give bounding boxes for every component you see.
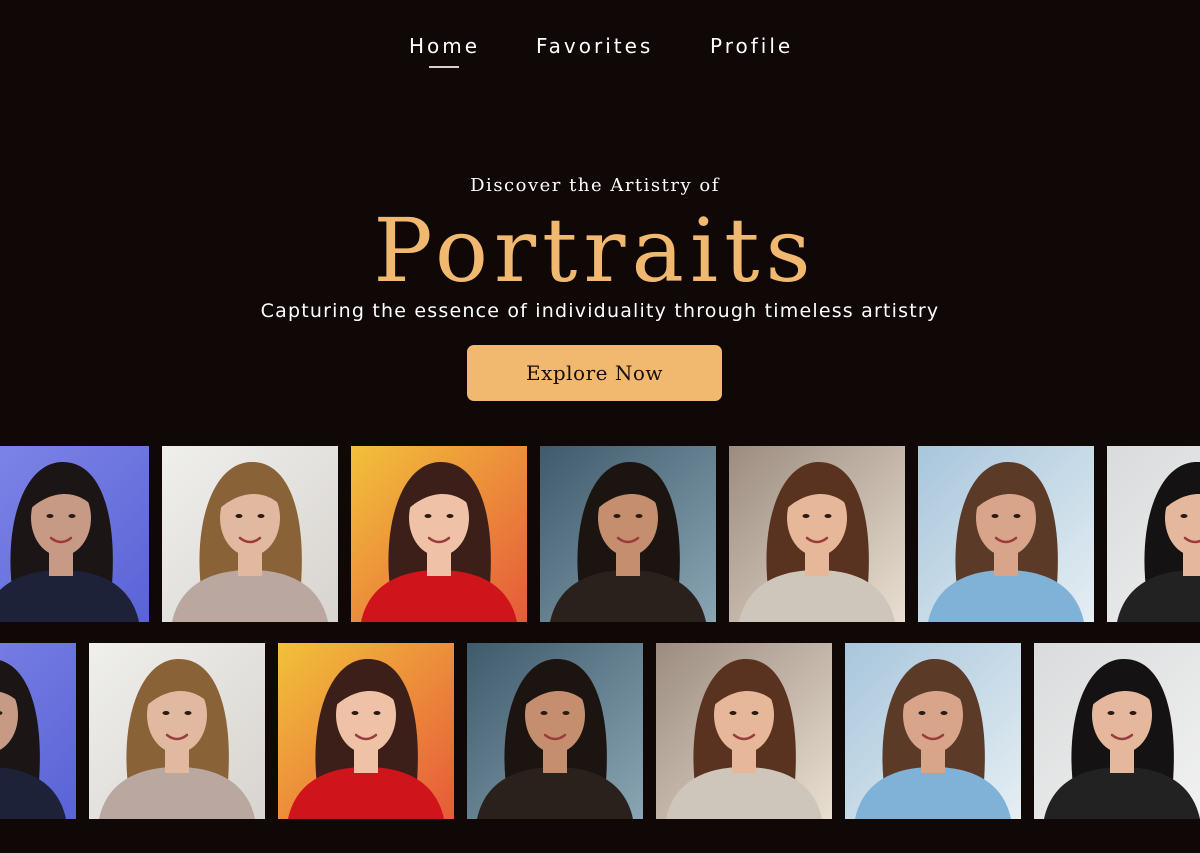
nav-item-favorites[interactable]: Favorites <box>536 34 653 58</box>
portrait-city-street-tile[interactable] <box>540 446 716 622</box>
nav-item-home[interactable]: Home <box>409 34 480 58</box>
hero-subtitle: Capturing the essence of individuality t… <box>260 300 940 322</box>
nav-active-indicator <box>429 66 459 68</box>
portrait-image <box>540 446 716 622</box>
portrait-image <box>467 643 643 819</box>
hero-title: Portraits <box>373 199 817 302</box>
explore-now-button[interactable]: Explore Now <box>467 345 722 401</box>
portrait-golden-hour-tile[interactable] <box>729 446 905 622</box>
portrait-image <box>918 446 1094 622</box>
portrait-image <box>89 643 265 819</box>
portrait-red-dress-tile[interactable] <box>351 446 527 622</box>
portrait-windblown-blonde-tile[interactable] <box>89 643 265 819</box>
portrait-sky-tile[interactable] <box>845 643 1021 819</box>
portrait-image <box>1034 643 1200 819</box>
gallery-row-2 <box>0 643 1200 819</box>
portrait-flowing-hair-tile[interactable] <box>1034 643 1200 819</box>
portrait-blue-studio-tile[interactable] <box>0 643 76 819</box>
portrait-image <box>1107 446 1200 622</box>
portrait-red-dress-tile[interactable] <box>278 643 454 819</box>
portrait-image <box>351 446 527 622</box>
portrait-blue-studio-tile[interactable] <box>0 446 149 622</box>
hero-kicker: Discover the Artistry of <box>470 175 720 196</box>
portrait-flowing-hair-tile[interactable] <box>1107 446 1200 622</box>
portrait-image <box>0 446 149 622</box>
portrait-image <box>0 643 76 819</box>
main-nav: Home Favorites Profile <box>0 34 1200 74</box>
portrait-image <box>729 446 905 622</box>
portrait-image <box>162 446 338 622</box>
portrait-image <box>278 643 454 819</box>
portrait-golden-hour-tile[interactable] <box>656 643 832 819</box>
portrait-city-street-tile[interactable] <box>467 643 643 819</box>
nav-item-profile[interactable]: Profile <box>710 34 793 58</box>
portrait-windblown-blonde-tile[interactable] <box>162 446 338 622</box>
portrait-image <box>845 643 1021 819</box>
gallery-row-1 <box>0 446 1200 622</box>
portrait-image <box>656 643 832 819</box>
portrait-sky-tile[interactable] <box>918 446 1094 622</box>
